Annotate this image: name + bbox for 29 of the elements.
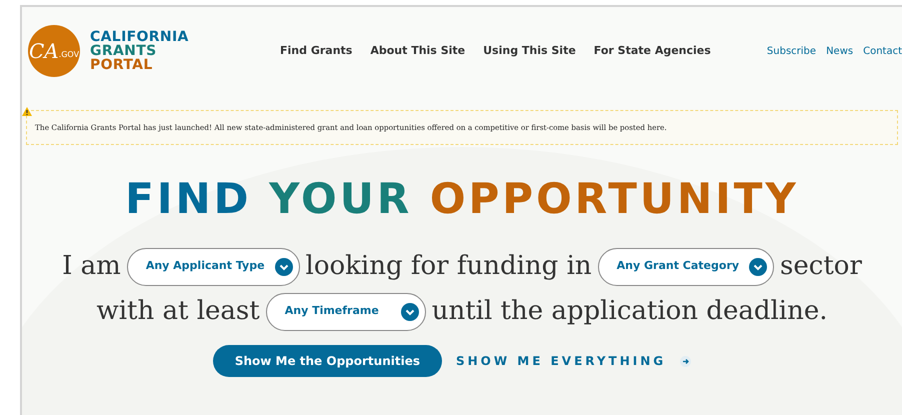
nav-link[interactable]: For State Agencies [594,42,711,60]
nav-link[interactable]: Contact [863,44,902,58]
sentence-text: sector [780,250,862,283]
sentence-text: with at least [96,295,260,328]
headline-word: YOUR [269,174,412,223]
logo-text: CALIFORNIA [90,30,189,44]
show-everything-link[interactable]: SHOW ME EVERYTHING [456,352,666,370]
logo-text: GRANTS [90,44,158,58]
warning-icon [22,107,32,116]
sentence-text: looking for funding in [306,250,592,283]
nav-link[interactable]: Find Grants [280,42,352,60]
logo-text: PORTAL [90,58,154,72]
dropdown[interactable]: Any Applicant Type [126,248,300,286]
sentence-text: I am [62,250,121,283]
nav-link[interactable]: About This Site [370,42,466,60]
chevron-down-icon [400,302,419,320]
headline-word: FIND [125,174,252,223]
chevron-down-icon [274,258,293,276]
headline-word: OPPORTUNITY [430,174,799,223]
chevron-down-icon [749,258,768,276]
nav-link[interactable]: News [826,44,854,58]
logo-badge[interactable]: CA.GOV [28,25,80,77]
nav-link[interactable]: Subscribe [766,44,816,58]
sentence-text: until the application deadline. [432,295,828,328]
dropdown[interactable]: Any Grant Category [598,248,774,286]
arrow-icon [680,356,692,366]
dropdown[interactable]: Any Timeframe [266,292,426,330]
nav-link[interactable]: Using This Site [483,42,576,60]
show-opportunities-button[interactable]: Show Me the Opportunities [212,345,442,377]
